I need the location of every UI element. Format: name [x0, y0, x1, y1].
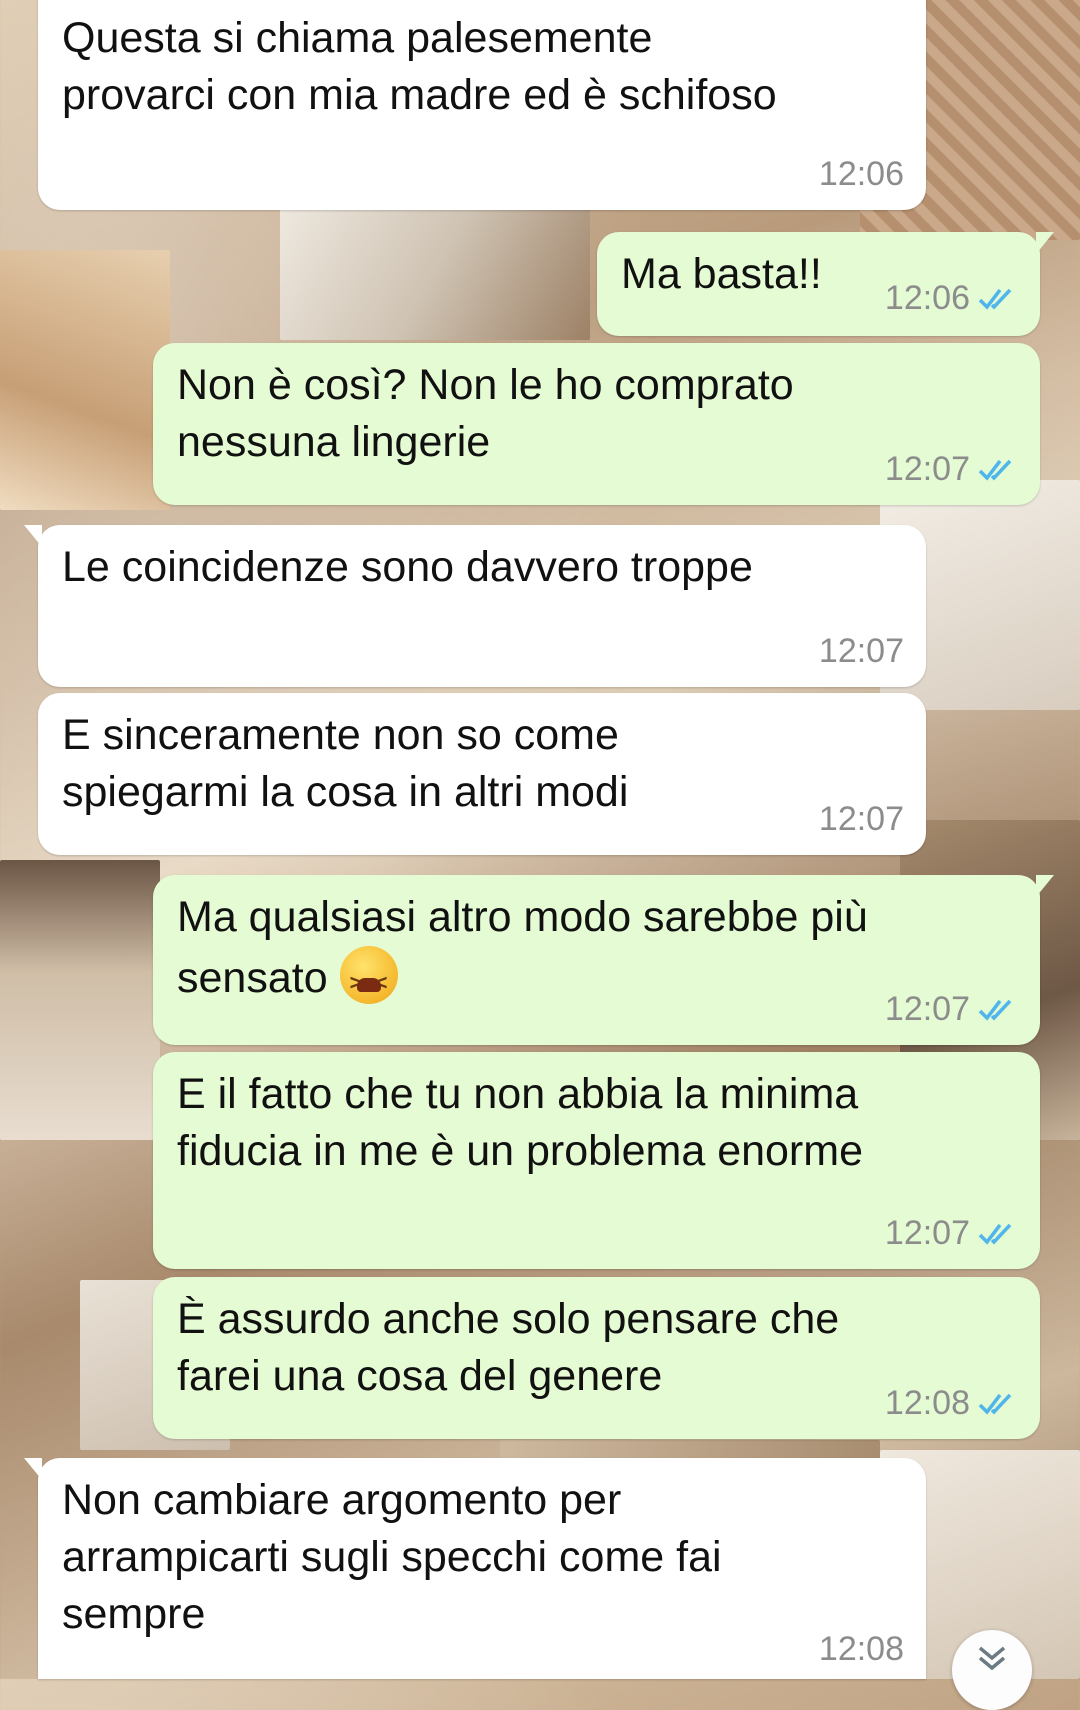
wallpaper-tile — [0, 250, 170, 510]
message-meta: 12:08 — [885, 1384, 1018, 1423]
message-text: Ma qualsiasi altro modo sarebbe più sens… — [177, 889, 868, 1011]
message-time: 12:07 — [884, 1214, 970, 1252]
double-check-icon — [978, 999, 1012, 1021]
message-time: 12:07 — [818, 800, 904, 838]
message-time: 12:07 — [884, 990, 970, 1028]
message-incoming[interactable]: Questa si chiama palesemente provarci co… — [38, 0, 926, 210]
message-text: Non è così? Non le ho comprato nessuna l… — [177, 361, 794, 466]
message-outgoing[interactable]: Ma basta!! 12:06 — [597, 232, 1054, 336]
message-outgoing[interactable]: Ma qualsiasi altro modo sarebbe più sens… — [153, 875, 1054, 1045]
message-meta: 12:07 — [885, 990, 1018, 1029]
double-check-icon — [978, 1393, 1012, 1415]
message-incoming[interactable]: Le coincidenze sono davvero troppe 12:07 — [24, 525, 926, 687]
message-time: 12:07 — [884, 450, 970, 488]
message-text: E sinceramente non so come spiegarmi la … — [62, 711, 629, 816]
message-text: Non cambiare argomento per arrampicarti … — [62, 1476, 722, 1638]
message-time: 12:08 — [818, 1630, 904, 1668]
double-check-icon — [978, 459, 1012, 481]
message-meta: 12:07 — [819, 800, 904, 839]
message-time: 12:08 — [884, 1384, 970, 1422]
wallpaper-tile — [280, 200, 590, 340]
message-incoming[interactable]: E sinceramente non so come spiegarmi la … — [38, 693, 926, 855]
double-check-icon — [978, 1223, 1012, 1245]
message-outgoing[interactable]: E il fatto che tu non abbia la minima fi… — [153, 1052, 1040, 1269]
message-text: Ma basta!! — [621, 250, 822, 298]
double-check-icon — [978, 288, 1012, 310]
message-incoming[interactable]: Non cambiare argomento per arrampicarti … — [24, 1458, 926, 1679]
tired-face-emoji-icon — [339, 946, 398, 1011]
message-meta: 12:08 — [819, 1630, 904, 1669]
chevron-double-down-icon — [978, 1646, 1006, 1671]
message-time: 12:07 — [818, 632, 904, 670]
message-text: Le coincidenze sono davvero troppe — [62, 543, 753, 591]
message-text-content: Ma qualsiasi altro modo sarebbe più sens… — [177, 893, 868, 1002]
message-outgoing[interactable]: Non è così? Non le ho comprato nessuna l… — [153, 343, 1040, 505]
message-meta: 12:07 — [885, 450, 1018, 489]
message-text: È assurdo anche solo pensare che farei u… — [177, 1295, 840, 1400]
wallpaper-tile — [0, 860, 160, 1140]
message-time: 12:06 — [884, 279, 970, 317]
message-meta: 12:07 — [819, 632, 904, 671]
scroll-to-bottom-button[interactable] — [952, 1630, 1032, 1710]
message-time: 12:06 — [818, 155, 904, 193]
message-meta: 12:06 — [819, 155, 904, 194]
message-outgoing[interactable]: È assurdo anche solo pensare che farei u… — [153, 1277, 1040, 1439]
message-meta: 12:06 — [885, 279, 1018, 318]
message-text: Questa si chiama palesemente provarci co… — [62, 14, 777, 119]
message-meta: 12:07 — [885, 1214, 1018, 1253]
message-text: E il fatto che tu non abbia la minima fi… — [177, 1070, 863, 1175]
